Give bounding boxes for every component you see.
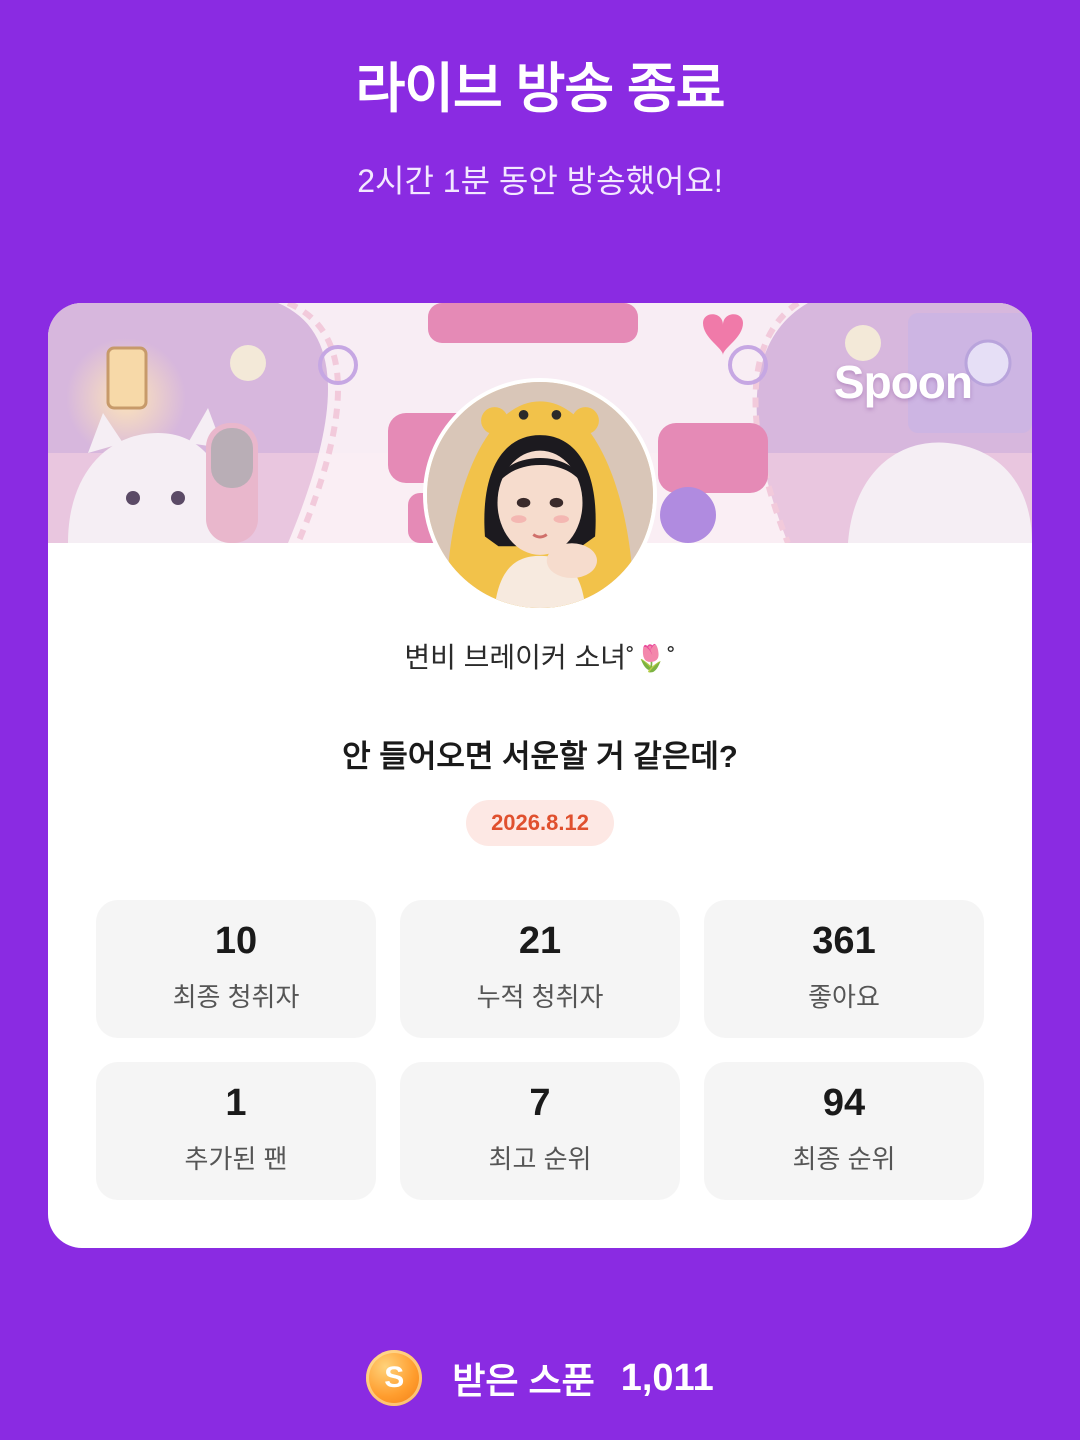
stat-value: 1 <box>225 1082 247 1124</box>
stat-value: 21 <box>518 920 562 962</box>
broadcast-end-screen: 라이브 방송 종료 2시간 1분 동안 방송했어요! Spoon 변비 브레이커… <box>0 0 1080 1440</box>
streamer-nickname: 변비 브레이커 소녀˚🌷˚ <box>48 636 1032 676</box>
broadcast-duration: 2시간 1분 동안 방송했어요! <box>357 163 723 199</box>
stats-grid: 10 최종 청취자 21 누적 청취자 361 좋아요 1 추가된 팬 7 최고… <box>96 900 984 1200</box>
stat-new-fans: 1 추가된 팬 <box>96 1062 376 1200</box>
stat-final-rank: 94 최종 순위 <box>704 1062 984 1200</box>
avatar-image <box>427 382 653 608</box>
broadcast-summary-card: Spoon 변비 브레이커 소녀˚🌷˚ 안 들어오면 서운할 거 같은데? 20… <box>48 303 1032 1248</box>
stat-label: 추가된 팬 <box>184 1144 288 1174</box>
received-spoons-label: 받은 스푼 <box>452 1360 595 1401</box>
stat-label: 좋아요 <box>808 982 880 1012</box>
stat-label: 최종 순위 <box>792 1144 896 1174</box>
stat-label: 최종 청취자 <box>172 982 300 1012</box>
tulip-emoji: ˚🌷˚ <box>625 643 676 673</box>
stat-total-listeners: 21 누적 청취자 <box>400 900 680 1038</box>
received-spoons-summary: S 받은 스푼 1,011 <box>0 1348 1080 1408</box>
spoon-logo: Spoon <box>833 356 973 408</box>
stat-value: 94 <box>822 1082 866 1124</box>
stat-value: 10 <box>214 920 258 962</box>
received-spoons-count: 1,011 <box>620 1356 714 1399</box>
stat-label: 누적 청취자 <box>476 982 604 1012</box>
stat-best-rank: 7 최고 순위 <box>400 1062 680 1200</box>
nickname-text: 변비 브레이커 소녀 <box>404 642 626 673</box>
stat-value: 361 <box>812 920 876 962</box>
stat-value: 7 <box>529 1082 551 1124</box>
page-title: 라이브 방송 종료 <box>355 59 726 119</box>
broadcast-title: 안 들어오면 서운할 거 같은데? <box>342 739 738 774</box>
broadcast-date-badge: 2026.8.12 <box>466 800 614 846</box>
stat-label: 최고 순위 <box>488 1144 592 1174</box>
avatar[interactable] <box>423 378 657 612</box>
stat-final-listeners: 10 최종 청취자 <box>96 900 376 1038</box>
stat-likes: 361 좋아요 <box>704 900 984 1038</box>
spoon-coin-icon: S <box>366 1350 423 1406</box>
